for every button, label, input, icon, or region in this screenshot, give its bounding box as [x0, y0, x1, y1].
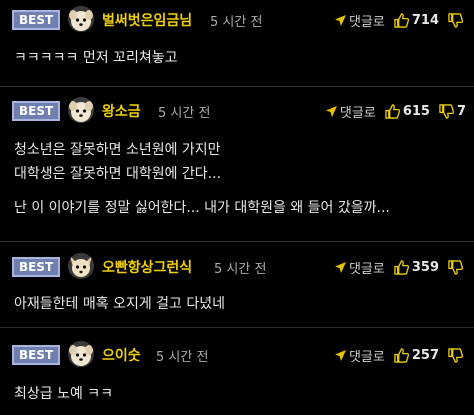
- timestamp: 5 시간 전: [214, 262, 267, 277]
- like-button[interactable]: 714: [394, 13, 439, 28]
- reply-label: 댓글로: [348, 261, 385, 277]
- comment-header: BEST 벌써벗은임금님 5 시간 전 댓글로 714: [0, 0, 474, 42]
- like-count: 615: [402, 103, 430, 119]
- dislike-button[interactable]: [448, 259, 466, 275]
- comment-actions: 댓글로 615 7: [325, 102, 466, 121]
- nickname[interactable]: 오빤항상그런식: [102, 257, 192, 277]
- comment-text-line: 대학생은 잘못하면 대학원에 간다...: [14, 166, 222, 182]
- reply-label: 댓글로: [348, 14, 385, 30]
- comment-body: ㅋㅋㅋㅋㅋ 먼저 꼬리쳐놓고: [0, 44, 474, 70]
- dog-avatar-icon: [68, 341, 94, 367]
- reply-button[interactable]: 댓글로: [334, 258, 385, 277]
- reply-label: 댓글로: [348, 349, 385, 365]
- thumbs-up-icon: [394, 12, 409, 28]
- like-button[interactable]: 359: [394, 260, 439, 275]
- comment-body: 최상급 노예 ㅋㅋ: [0, 376, 474, 406]
- best-badge: BEST: [12, 345, 61, 365]
- nickname[interactable]: 왕소금: [102, 101, 141, 121]
- comment-text-line: ㅋㅋㅋㅋㅋ 먼저 꼬리쳐놓고: [14, 50, 178, 66]
- thumbs-down-icon: [448, 259, 463, 275]
- thumbs-down-icon: [439, 103, 454, 119]
- thumbs-up-icon: [394, 259, 409, 275]
- nickname[interactable]: 으이숫: [102, 345, 141, 365]
- comment-header: BEST 왕소금 5 시간 전 댓글로 615 7: [0, 87, 474, 132]
- comment-header: BEST 으이숫 5 시간 전 댓글로 257: [0, 328, 474, 376]
- comment-body: 청소년은 잘못하면 소년원에 가지만 대학생은 잘못하면 대학원에 간다... …: [0, 132, 474, 220]
- dog-avatar-icon: [68, 6, 94, 32]
- dislike-button[interactable]: [448, 347, 466, 363]
- timestamp: 5 시간 전: [158, 106, 211, 121]
- reply-arrow-icon: [334, 349, 346, 361]
- thumbs-up-icon: [385, 103, 400, 119]
- comment-item: BEST 으이숫 5 시간 전 댓글로 257 최상급 노예 ㅋㅋ: [0, 328, 474, 415]
- like-count: 359: [411, 259, 439, 275]
- dislike-button[interactable]: 7: [439, 104, 466, 119]
- timestamp: 5 시간 전: [210, 15, 263, 30]
- comment-text-line: 난 이 이야기를 정말 싫어한다... 내가 대학원을 왜 들어 갔을까...: [14, 200, 390, 216]
- chihuahua-avatar-icon: [68, 253, 94, 279]
- avatar[interactable]: [68, 253, 94, 279]
- comment-item: BEST 벌써벗은임금님 5 시간 전 댓글로 714 ㅋㅋㅋㅋㅋ 먼저 꼬리쳐…: [0, 0, 474, 87]
- reply-label: 댓글로: [339, 105, 376, 121]
- comment-blank-line: [14, 186, 460, 196]
- best-badge: BEST: [12, 101, 61, 121]
- comment-body: 아재들한테 매혹 오지게 걸고 다녔네: [0, 288, 474, 316]
- dog-avatar-icon: [68, 97, 94, 123]
- thumbs-up-icon: [394, 347, 409, 363]
- comment-text-line: 최상급 노예 ㅋㅋ: [14, 386, 114, 402]
- thumbs-down-icon: [448, 12, 463, 28]
- like-count: 714: [411, 12, 439, 28]
- comment-actions: 댓글로 714: [334, 11, 466, 30]
- reply-button[interactable]: 댓글로: [334, 346, 385, 365]
- nickname[interactable]: 벌써벗은임금님: [102, 10, 192, 30]
- reply-arrow-icon: [334, 14, 346, 26]
- reply-arrow-icon: [334, 261, 346, 273]
- like-button[interactable]: 257: [394, 348, 439, 363]
- comment-actions: 댓글로 257: [334, 346, 466, 365]
- comment-header: BEST 오빤항상그런식 5 시간 전 댓글로 359: [0, 242, 474, 288]
- reply-button[interactable]: 댓글로: [334, 11, 385, 30]
- comment-text-line: 청소년은 잘못하면 소년원에 가지만: [14, 142, 221, 158]
- like-count: 257: [411, 347, 439, 363]
- avatar[interactable]: [68, 6, 94, 32]
- best-badge: BEST: [12, 10, 61, 30]
- timestamp: 5 시간 전: [156, 350, 209, 365]
- comment-item: BEST 왕소금 5 시간 전 댓글로 615 7 청소년은 잘못하면 소년원에…: [0, 87, 474, 242]
- reply-button[interactable]: 댓글로: [325, 102, 376, 121]
- avatar[interactable]: [68, 97, 94, 123]
- comment-text-line: 아재들한테 매혹 오지게 걸고 다녔네: [14, 296, 225, 312]
- reply-arrow-icon: [325, 105, 337, 117]
- like-button[interactable]: 615: [385, 104, 430, 119]
- thumbs-down-icon: [448, 347, 463, 363]
- comment-item: BEST 오빤항상그런식 5 시간 전 댓글로 359 아재들한테 매혹 오지게…: [0, 242, 474, 328]
- dislike-count: 7: [456, 103, 466, 119]
- comment-actions: 댓글로 359: [334, 258, 466, 277]
- avatar[interactable]: [68, 341, 94, 367]
- best-badge: BEST: [12, 257, 61, 277]
- dislike-button[interactable]: [448, 12, 466, 28]
